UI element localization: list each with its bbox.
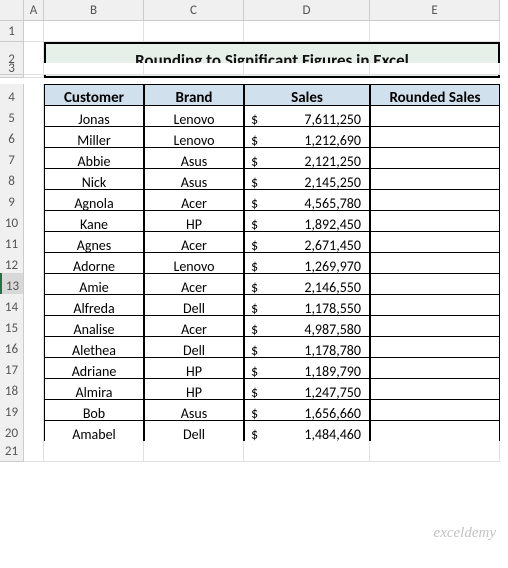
row-header[interactable]: 3 — [0, 63, 24, 75]
col-header-d[interactable]: D — [244, 0, 370, 21]
cell[interactable] — [370, 441, 500, 462]
cell[interactable] — [44, 63, 144, 75]
col-header-c[interactable]: C — [144, 0, 244, 21]
cell[interactable] — [144, 63, 244, 75]
col-header-e[interactable]: E — [370, 0, 500, 21]
row-header[interactable]: 1 — [0, 21, 24, 42]
col-header-a[interactable]: A — [24, 0, 44, 21]
cell[interactable] — [24, 441, 44, 462]
cell[interactable] — [370, 63, 500, 75]
spreadsheet-grid: A B C D E 1 2 Rounding to Significant Fi… — [0, 0, 508, 462]
watermark: exceldemy — [434, 525, 496, 542]
cell[interactable] — [244, 21, 370, 42]
cell[interactable] — [144, 21, 244, 42]
row-header[interactable]: 21 — [0, 441, 24, 462]
select-all-corner[interactable] — [0, 0, 24, 21]
cell[interactable] — [44, 21, 144, 42]
cell[interactable] — [370, 21, 500, 42]
cell[interactable] — [44, 441, 144, 462]
cell[interactable] — [24, 63, 44, 75]
cell[interactable] — [144, 441, 244, 462]
cell[interactable] — [24, 21, 44, 42]
cell[interactable] — [244, 63, 370, 75]
cell[interactable] — [244, 441, 370, 462]
col-header-b[interactable]: B — [44, 0, 144, 21]
